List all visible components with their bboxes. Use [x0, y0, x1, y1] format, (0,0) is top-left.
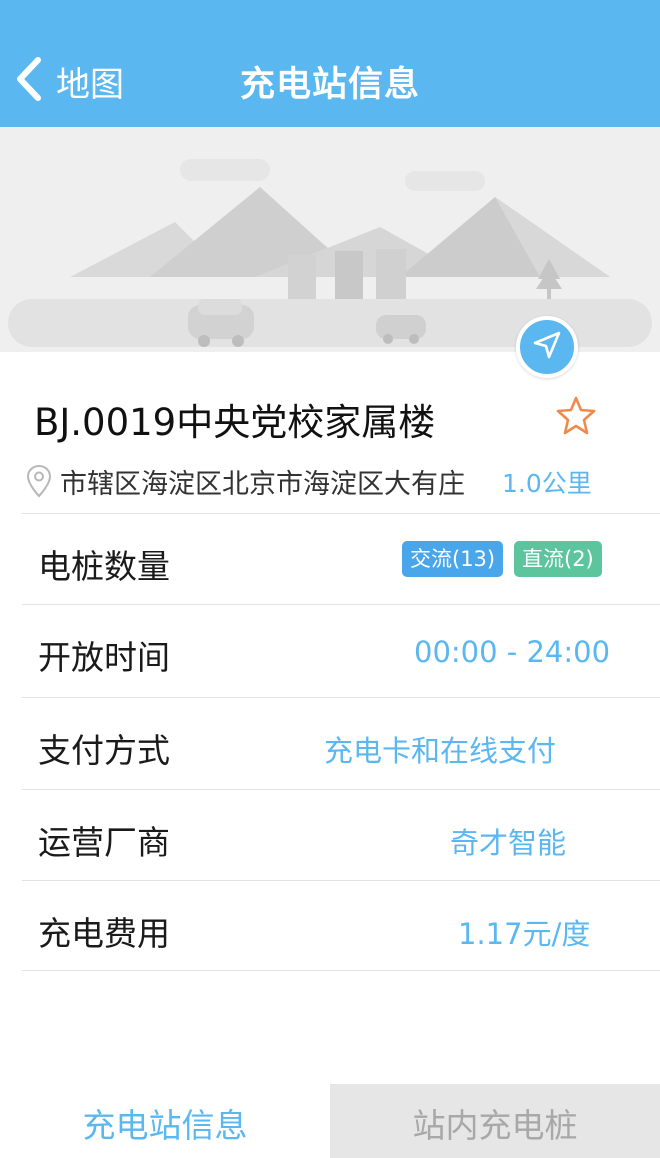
station-banner-illustration — [0, 127, 660, 352]
charging-fee-label: 充电费用 — [38, 914, 170, 953]
operator-value: 奇才智能 — [450, 826, 567, 860]
detail-row-hours: 开放时间 00:00 - 24:00 — [22, 604, 660, 695]
favorite-button[interactable] — [555, 395, 597, 437]
page-title: 充电站信息 — [239, 65, 420, 105]
station-distance: 1.0公里 — [502, 469, 592, 498]
station-address: 市辖区海淀区北京市海淀区大有庄 — [60, 469, 465, 500]
tab-station-piles[interactable]: 站内充电桩 — [330, 1084, 660, 1158]
detail-row-fee: 充电费用 1.17元/度 — [22, 880, 660, 971]
opening-hours-value: 00:00 - 24:00 — [414, 635, 611, 669]
operator-label: 运营厂商 — [38, 823, 170, 862]
payment-method-label: 支付方式 — [38, 731, 170, 770]
payment-method-value: 充电卡和在线支付 — [324, 734, 557, 768]
station-name: BJ.0019中央党校家属楼 — [34, 401, 436, 444]
navigation-arrow-icon — [532, 330, 562, 364]
opening-hours-label: 开放时间 — [38, 638, 170, 677]
detail-row-operator: 运营厂商 奇才智能 — [22, 789, 660, 880]
map-pin-icon — [26, 464, 52, 498]
bottom-tab-bar: 充电站信息 站内充电桩 — [0, 1084, 660, 1158]
charging-fee-value: 1.17元/度 — [458, 917, 591, 951]
pile-count-label: 电桩数量 — [38, 547, 170, 586]
detail-row-payment: 支付方式 充电卡和在线支付 — [22, 697, 660, 788]
navigate-button[interactable] — [516, 316, 578, 378]
navigation-bar: 地图 充电站信息 — [0, 0, 660, 127]
address-row: 市辖区海淀区北京市海淀区大有庄 1.0公里 — [22, 458, 642, 504]
star-outline-icon — [555, 396, 597, 441]
detail-row-piles: 电桩数量 交流(13) 直流(2) — [22, 513, 660, 604]
ac-pile-badge: 交流(13) — [402, 541, 504, 577]
tab-station-info[interactable]: 充电站信息 — [0, 1084, 330, 1158]
dc-pile-badge: 直流(2) — [514, 541, 602, 577]
